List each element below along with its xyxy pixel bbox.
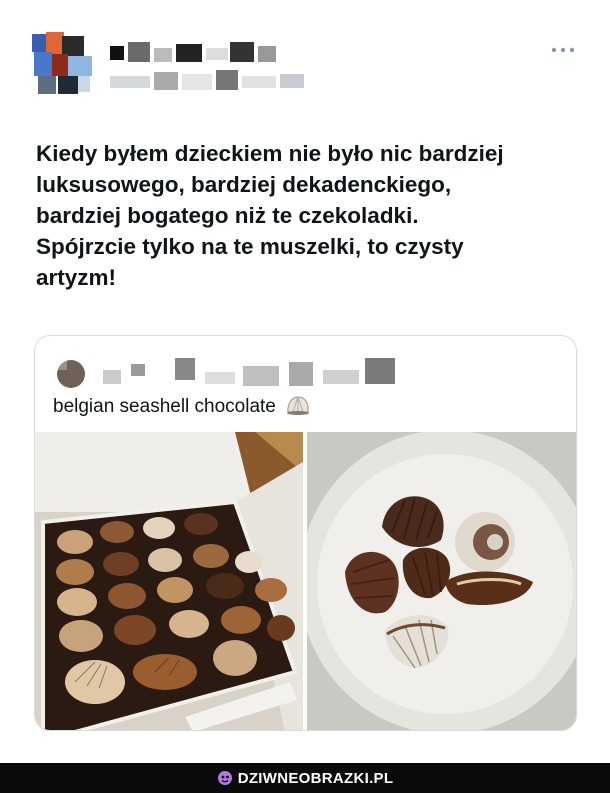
seashell-emoji bbox=[287, 396, 310, 415]
brand-label[interactable]: DZIWNEOBRAZKI.PL bbox=[238, 770, 394, 787]
quoted-tweet-text: belgian seashell chocolate bbox=[53, 394, 311, 420]
tweet-text-line: Kiedy byłem dzieckiem nie było nic bardz… bbox=[36, 141, 504, 166]
user-avatar[interactable] bbox=[32, 32, 98, 98]
more-options-icon[interactable] bbox=[550, 44, 576, 56]
username-redacted bbox=[110, 42, 276, 62]
tweet-text-line: bardziej bogatego niż te czekoladki. bbox=[36, 203, 419, 228]
brand-logo-icon bbox=[217, 771, 232, 785]
quoted-avatar[interactable] bbox=[55, 358, 87, 390]
quoted-tweet-card[interactable]: belgian seashell chocolate bbox=[34, 335, 577, 731]
handle-redacted bbox=[110, 70, 304, 90]
tweet-text-line: luksusowego, bardziej dekadenckiego, bbox=[36, 172, 452, 197]
chocolate-bowl-photo[interactable] bbox=[307, 432, 576, 730]
brand-footer-bar: DZIWNEOBRAZKI.PL bbox=[0, 763, 610, 793]
chocolate-box-photo[interactable] bbox=[35, 432, 303, 730]
quoted-username-redacted bbox=[103, 358, 395, 386]
quoted-text: belgian seashell chocolate bbox=[53, 396, 276, 417]
tweet-text: Kiedy byłem dzieckiem nie było nic bardz… bbox=[36, 138, 581, 293]
tweet-text-line: Spójrzcie tylko na te muszelki, to czyst… bbox=[36, 234, 464, 259]
tweet-text-line: artyzm! bbox=[36, 265, 117, 290]
